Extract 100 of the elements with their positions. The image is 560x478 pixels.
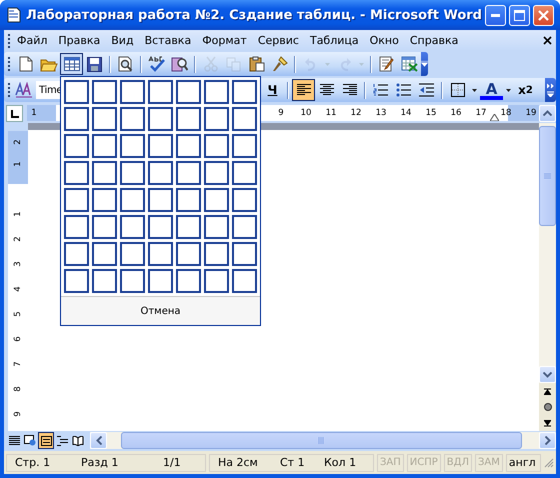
table-grid-cell[interactable] bbox=[232, 161, 257, 185]
table-grid-cell[interactable] bbox=[176, 134, 201, 158]
chevron-left-icon bbox=[96, 436, 102, 445]
table-grid-cell[interactable] bbox=[232, 107, 257, 131]
grip-handle[interactable] bbox=[8, 83, 10, 97]
tab-selector-button[interactable] bbox=[6, 104, 23, 122]
table-grid-cell[interactable] bbox=[176, 80, 201, 104]
table-grid-cell[interactable] bbox=[148, 188, 173, 212]
table-grid-cell[interactable] bbox=[176, 215, 201, 239]
table-grid-cell[interactable] bbox=[120, 188, 145, 212]
grip-handle[interactable] bbox=[8, 34, 10, 48]
status-text: 1/1 bbox=[163, 456, 181, 469]
close-icon[interactable] bbox=[543, 36, 552, 45]
table-grid-cell[interactable] bbox=[92, 188, 117, 212]
scroll-thumb[interactable] bbox=[539, 126, 556, 226]
book-icon bbox=[72, 436, 84, 446]
table-grid-cell[interactable] bbox=[148, 107, 173, 131]
menu-item[interactable]: Вид bbox=[108, 31, 142, 50]
status-text: Стр. 1 bbox=[15, 456, 52, 469]
menu-item[interactable]: Таблица bbox=[306, 31, 367, 50]
table-grid-cell[interactable] bbox=[64, 134, 89, 158]
table-grid-cell[interactable] bbox=[232, 242, 257, 266]
table-grid-cell[interactable] bbox=[92, 269, 117, 293]
table-grid-cell[interactable] bbox=[120, 161, 145, 185]
table-grid-cell[interactable] bbox=[64, 269, 89, 293]
table-grid-cell[interactable] bbox=[120, 134, 145, 158]
table-grid-cell[interactable] bbox=[204, 242, 229, 266]
table-grid-cell[interactable] bbox=[120, 80, 145, 104]
table-grid-cell[interactable] bbox=[204, 188, 229, 212]
table-grid-cell[interactable] bbox=[204, 134, 229, 158]
table-grid-cell[interactable] bbox=[92, 107, 117, 131]
table-grid-cell[interactable] bbox=[64, 161, 89, 185]
next-page-button[interactable] bbox=[539, 415, 556, 431]
menu-item[interactable]: Сервис bbox=[254, 31, 307, 50]
table-grid-cell[interactable] bbox=[148, 242, 173, 266]
indent-marker-icon[interactable] bbox=[490, 114, 499, 121]
table-grid-cell[interactable] bbox=[92, 80, 117, 104]
table-grid-cell[interactable] bbox=[64, 80, 89, 104]
toolbar-options-button[interactable] bbox=[421, 52, 428, 76]
table-grid-cell[interactable] bbox=[148, 269, 173, 293]
underline-button[interactable]: Ч bbox=[261, 79, 284, 101]
menu-item[interactable]: Окно bbox=[366, 31, 407, 50]
table-grid-cell[interactable] bbox=[120, 107, 145, 131]
table-grid-cell[interactable] bbox=[232, 188, 257, 212]
menu-item[interactable]: Файл bbox=[14, 31, 56, 50]
table-grid-cell[interactable] bbox=[176, 269, 201, 293]
cancel-button[interactable]: Отмена bbox=[61, 296, 260, 325]
table-grid-cell[interactable] bbox=[232, 134, 257, 158]
table-grid-cell[interactable] bbox=[204, 107, 229, 131]
grip-handle[interactable] bbox=[8, 57, 10, 71]
table-grid-cell[interactable] bbox=[204, 80, 229, 104]
table-grid-cell[interactable] bbox=[176, 242, 201, 266]
table-grid-cell[interactable] bbox=[64, 242, 89, 266]
previous-page-button[interactable] bbox=[539, 383, 556, 399]
vertical-scrollbar[interactable] bbox=[539, 123, 556, 431]
toolbar-button[interactable] bbox=[60, 53, 83, 75]
table-grid-cell[interactable] bbox=[92, 134, 117, 158]
table-grid-cell[interactable] bbox=[92, 161, 117, 185]
scissors-icon bbox=[204, 56, 218, 72]
scroll-up-button[interactable] bbox=[539, 104, 556, 122]
table-grid-cell[interactable] bbox=[232, 215, 257, 239]
view-button[interactable] bbox=[38, 432, 54, 449]
menu-item[interactable]: Правка bbox=[55, 31, 108, 50]
table-grid-cell[interactable] bbox=[148, 134, 173, 158]
menu-item[interactable]: Формат bbox=[199, 31, 255, 50]
toolbar-options-button[interactable] bbox=[545, 78, 556, 102]
ruler-number: 2 bbox=[12, 235, 24, 244]
scroll-down-button[interactable] bbox=[539, 366, 556, 383]
table-grid-cell[interactable] bbox=[148, 80, 173, 104]
scroll-right-button[interactable] bbox=[539, 432, 556, 449]
table-grid-cell[interactable] bbox=[148, 161, 173, 185]
window-title: Лабораторная работа №2. Сздание таблиц. - Microsoft Word bbox=[26, 8, 483, 22]
table-grid-cell[interactable] bbox=[92, 242, 117, 266]
table-grid-cell[interactable] bbox=[92, 215, 117, 239]
menu-item[interactable]: Вставка bbox=[142, 31, 200, 50]
table-grid-cell[interactable] bbox=[120, 215, 145, 239]
maximize-button[interactable] bbox=[509, 4, 530, 26]
align-right-icon bbox=[342, 84, 356, 96]
font-color-button[interactable]: A bbox=[480, 80, 503, 100]
table-grid-cell[interactable] bbox=[120, 269, 145, 293]
table-grid-cell[interactable] bbox=[232, 80, 257, 104]
table-grid-cell[interactable] bbox=[64, 107, 89, 131]
table-grid-cell[interactable] bbox=[232, 269, 257, 293]
ruler-number: 9 bbox=[278, 107, 284, 120]
menu-item[interactable]: Справка bbox=[406, 31, 466, 50]
table-grid-cell[interactable] bbox=[176, 188, 201, 212]
table-grid-cell[interactable] bbox=[204, 215, 229, 239]
table-grid-cell[interactable] bbox=[64, 215, 89, 239]
table-grid-cell[interactable] bbox=[204, 161, 229, 185]
table-grid-cell[interactable] bbox=[148, 215, 173, 239]
close-button[interactable] bbox=[533, 4, 554, 26]
alignment-button[interactable] bbox=[292, 79, 315, 101]
table-grid-cell[interactable] bbox=[176, 161, 201, 185]
resize-grip-icon[interactable] bbox=[544, 458, 554, 468]
scroll-left-button[interactable] bbox=[90, 432, 107, 449]
table-grid-cell[interactable] bbox=[64, 188, 89, 212]
table-grid-cell[interactable] bbox=[120, 242, 145, 266]
minimize-button[interactable] bbox=[485, 4, 506, 26]
table-grid-cell[interactable] bbox=[176, 107, 201, 131]
table-grid-cell[interactable] bbox=[204, 269, 229, 293]
